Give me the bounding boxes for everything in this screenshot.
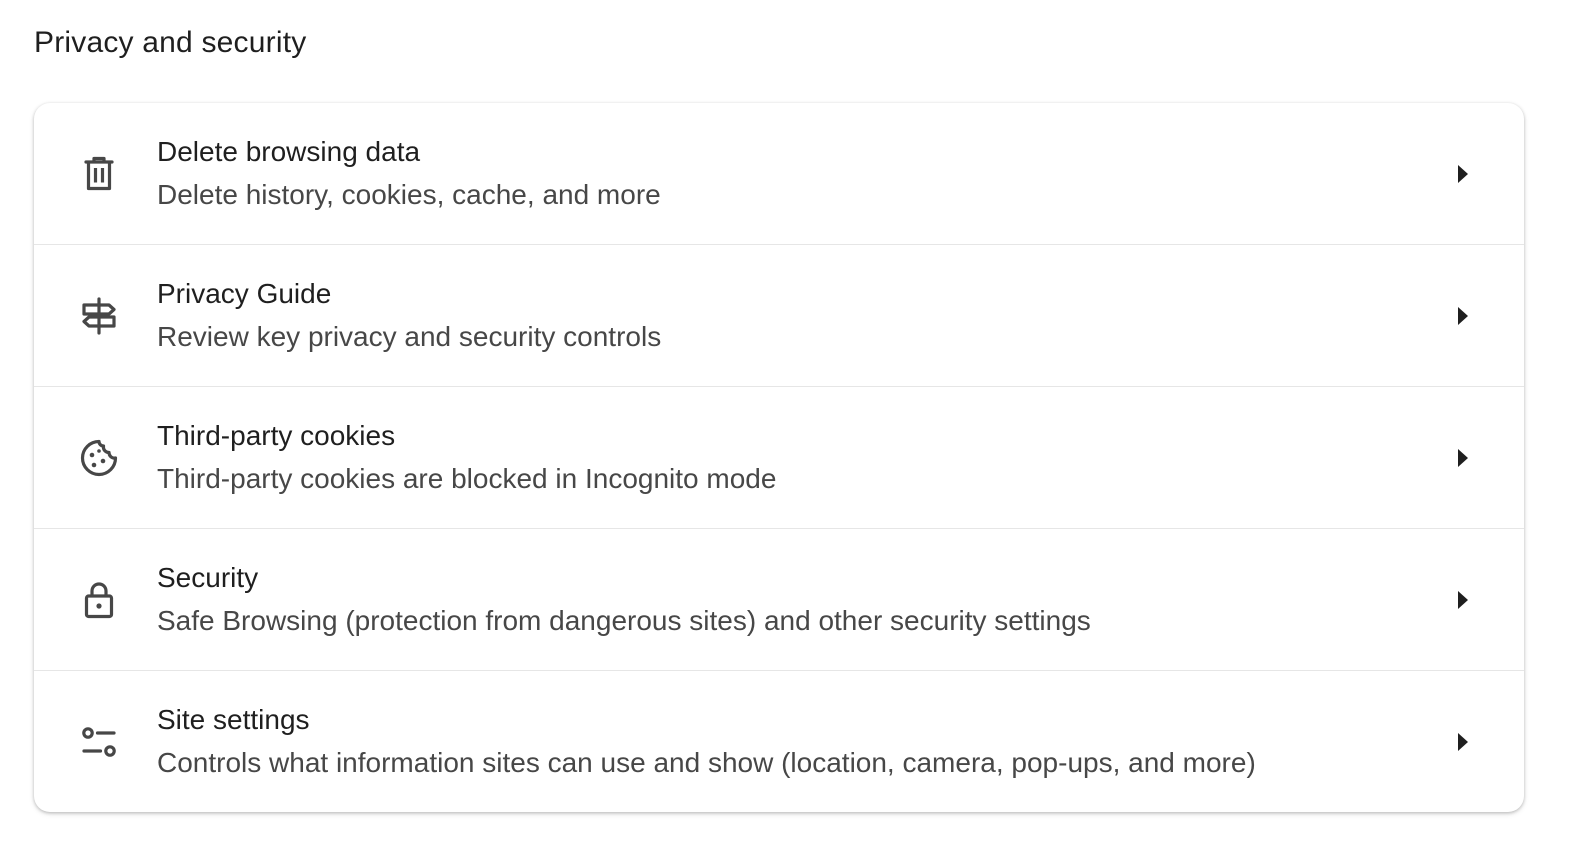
arrow-right-icon xyxy=(1456,590,1470,610)
cookie-icon xyxy=(78,437,120,479)
row-third-party-cookies[interactable]: Third-party cookies Third-party cookies … xyxy=(34,387,1524,529)
row-site-settings[interactable]: Site settings Controls what information … xyxy=(34,671,1524,812)
arrow-right-icon xyxy=(1456,448,1470,468)
row-label: Delete browsing data xyxy=(157,136,421,167)
row-label: Privacy Guide xyxy=(157,278,332,309)
row-security[interactable]: Security Safe Browsing (protection from … xyxy=(34,529,1524,671)
row-sublabel: Delete history, cookies, cache, and more xyxy=(157,179,661,210)
privacy-security-card: Delete browsing data Delete history, coo… xyxy=(34,103,1524,812)
row-sublabel: Controls what information sites can use … xyxy=(157,747,1256,778)
lock-icon xyxy=(78,579,120,621)
section-title: Privacy and security xyxy=(34,26,307,59)
row-privacy-guide[interactable]: Privacy Guide Review key privacy and sec… xyxy=(34,245,1524,387)
trash-icon xyxy=(78,153,120,195)
arrow-right-icon xyxy=(1456,732,1470,752)
row-label: Third-party cookies xyxy=(157,420,396,451)
row-sublabel: Review key privacy and security controls xyxy=(157,321,662,352)
row-sublabel: Third-party cookies are blocked in Incog… xyxy=(157,463,777,494)
row-delete-browsing-data[interactable]: Delete browsing data Delete history, coo… xyxy=(34,103,1524,245)
row-label: Site settings xyxy=(157,704,310,735)
arrow-right-icon xyxy=(1456,306,1470,326)
row-label: Security xyxy=(157,562,259,593)
row-sublabel: Safe Browsing (protection from dangerous… xyxy=(157,605,1091,636)
arrow-right-icon xyxy=(1456,164,1470,184)
signpost-icon xyxy=(78,295,120,337)
tune-icon xyxy=(78,721,120,763)
